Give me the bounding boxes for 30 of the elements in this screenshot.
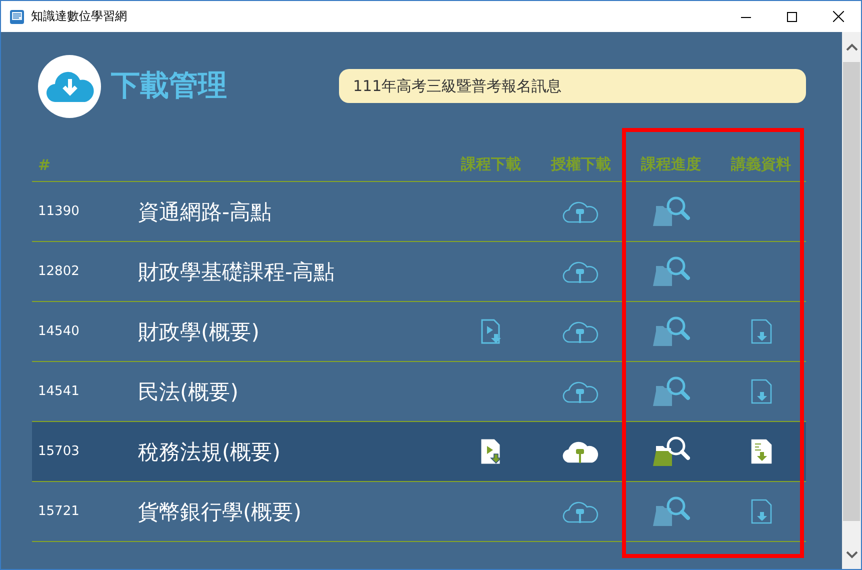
column-header: # xyxy=(37,156,51,174)
maximize-icon xyxy=(787,12,797,22)
page-title: 下載管理 xyxy=(111,67,228,104)
column-header: 課程進度 xyxy=(641,155,701,174)
scroll-up-icon[interactable] xyxy=(846,42,858,52)
course-id: 15721 xyxy=(37,504,80,519)
column-header: 授權下載 xyxy=(551,155,611,174)
scroll-down-icon[interactable] xyxy=(846,550,858,558)
course-name: 稅務法規(概要) xyxy=(138,438,280,466)
notice-banner[interactable]: 111年高考三級暨普考報名訊息 xyxy=(339,69,806,103)
window-title: 知識達數位學習網 xyxy=(31,8,128,25)
course-id: 11390 xyxy=(37,204,80,219)
course-id: 15703 xyxy=(37,444,80,459)
course-name: 財政學基礎課程-高點 xyxy=(138,258,335,286)
scrollbar[interactable] xyxy=(842,32,861,569)
course-name: 民法(概要) xyxy=(138,378,238,406)
video-download-icon[interactable] xyxy=(480,438,502,464)
column-header: 課程下載 xyxy=(461,155,521,174)
course-id: 14541 xyxy=(37,384,80,399)
cloud-key-icon[interactable] xyxy=(561,440,601,464)
close-icon xyxy=(832,11,844,22)
course-name: 貨幣銀行學(概要) xyxy=(138,498,302,526)
course-id: 12802 xyxy=(37,264,80,279)
course-name: 資通網路-高點 xyxy=(138,198,272,226)
course-id: 14540 xyxy=(37,324,80,339)
app-icon xyxy=(9,8,25,24)
folder-search-icon[interactable] xyxy=(652,435,690,468)
table-row[interactable]: 15703 稅務法規(概要) xyxy=(32,422,806,482)
column-header: 講義資料 xyxy=(731,155,791,174)
course-name: 財政學(概要) xyxy=(138,318,260,346)
